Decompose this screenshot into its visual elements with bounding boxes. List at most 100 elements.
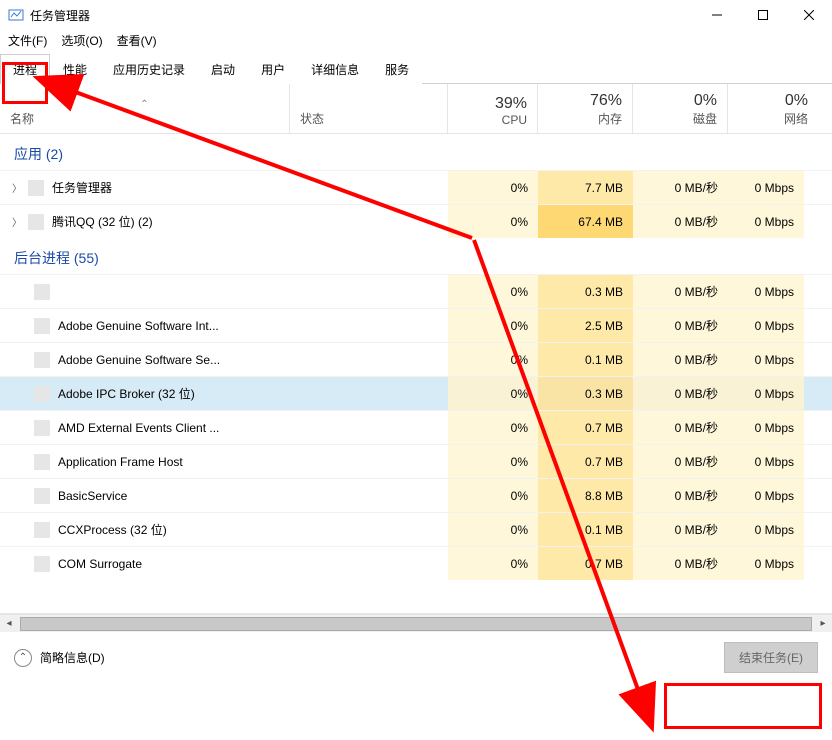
net-cell: 0 Mbps (755, 319, 794, 333)
app-icon (8, 7, 24, 23)
disk-total-pct: 0% (643, 92, 717, 110)
scroll-thumb[interactable] (20, 617, 812, 631)
cpu-cell: 0% (511, 353, 528, 367)
scroll-left-icon[interactable]: ◂ (0, 615, 18, 633)
process-row[interactable]: 〉 腾讯QQ (32 位) (2) 0% 67.4 MB 0 MB/秒 0 Mb… (0, 204, 832, 238)
process-row[interactable]: Adobe IPC Broker (32 位) 0% 0.3 MB 0 MB/秒… (0, 376, 832, 410)
expand-icon[interactable]: 〉 (10, 214, 24, 229)
disk-cell: 0 MB/秒 (675, 385, 718, 402)
group-background: 后台进程 (55) (0, 238, 832, 274)
tab-startup[interactable]: 启动 (198, 54, 248, 84)
process-icon (34, 386, 50, 402)
tabbar: 进程 性能 应用历史记录 启动 用户 详细信息 服务 (0, 53, 832, 84)
col-cpu[interactable]: 39% CPU (448, 84, 538, 133)
process-name: 任务管理器 (52, 179, 112, 196)
mem-cell: 7.7 MB (585, 181, 623, 195)
col-state-label: 状态 (300, 110, 437, 127)
process-name: Adobe IPC Broker (32 位) (58, 385, 195, 402)
cpu-cell: 0% (511, 557, 528, 571)
process-name: Adobe Genuine Software Se... (58, 353, 220, 367)
close-button[interactable] (786, 0, 832, 30)
tab-users[interactable]: 用户 (248, 54, 298, 84)
process-row[interactable]: Adobe Genuine Software Se... 0% 0.1 MB 0… (0, 342, 832, 376)
tab-details[interactable]: 详细信息 (298, 54, 372, 84)
net-cell: 0 Mbps (755, 557, 794, 571)
net-cell: 0 Mbps (755, 455, 794, 469)
process-name: BasicService (58, 489, 127, 503)
mem-cell: 0.7 MB (585, 455, 623, 469)
process-icon (28, 180, 44, 196)
process-list[interactable]: 应用 (2) 〉 任务管理器 0% 7.7 MB 0 MB/秒 0 Mbps 〉… (0, 134, 832, 614)
tab-processes[interactable]: 进程 (0, 54, 50, 84)
process-name: Application Frame Host (58, 455, 183, 469)
horizontal-scrollbar[interactable]: ◂ ▸ (0, 614, 832, 632)
menu-file[interactable]: 文件(F) (8, 32, 47, 49)
cpu-cell: 0% (511, 215, 528, 229)
annotation-box (664, 683, 822, 729)
cpu-cell: 0% (511, 421, 528, 435)
menubar: 文件(F) 选项(O) 查看(V) (0, 30, 832, 53)
chevron-up-icon: ⌃ (14, 649, 32, 667)
disk-cell: 0 MB/秒 (675, 453, 718, 470)
process-icon (34, 488, 50, 504)
net-cell: 0 Mbps (755, 353, 794, 367)
process-icon (28, 214, 44, 230)
col-state[interactable]: 状态 (290, 84, 448, 133)
expand-icon[interactable]: 〉 (10, 180, 24, 195)
tab-app-history[interactable]: 应用历史记录 (100, 54, 198, 84)
col-memory[interactable]: 76% 内存 (538, 84, 633, 133)
end-task-button[interactable]: 结束任务(E) (724, 642, 818, 673)
process-name: Adobe Genuine Software Int... (58, 319, 219, 333)
process-name: COM Surrogate (58, 557, 142, 571)
process-icon (34, 556, 50, 572)
menu-options[interactable]: 选项(O) (61, 32, 102, 49)
process-row[interactable]: 〉 任务管理器 0% 7.7 MB 0 MB/秒 0 Mbps (0, 170, 832, 204)
process-name: AMD External Events Client ... (58, 421, 219, 435)
disk-cell: 0 MB/秒 (675, 555, 718, 572)
mem-total-pct: 76% (548, 92, 622, 110)
cpu-total-pct: 39% (458, 95, 527, 113)
col-name[interactable]: ⌃ 名称 (0, 84, 290, 133)
fewer-details-button[interactable]: ⌃ 简略信息(D) (14, 649, 105, 667)
net-cell: 0 Mbps (755, 285, 794, 299)
disk-cell: 0 MB/秒 (675, 317, 718, 334)
cpu-cell: 0% (511, 319, 528, 333)
process-row[interactable]: COM Surrogate 0% 0.7 MB 0 MB/秒 0 Mbps (0, 546, 832, 580)
cpu-cell: 0% (511, 523, 528, 537)
process-row[interactable]: AMD External Events Client ... 0% 0.7 MB… (0, 410, 832, 444)
cpu-cell: 0% (511, 489, 528, 503)
mem-cell: 2.5 MB (585, 319, 623, 333)
process-row[interactable]: 0% 0.3 MB 0 MB/秒 0 Mbps (0, 274, 832, 308)
mem-cell: 0.7 MB (585, 557, 623, 571)
cpu-cell: 0% (511, 455, 528, 469)
window-controls (694, 0, 832, 30)
menu-view[interactable]: 查看(V) (117, 32, 157, 49)
col-disk[interactable]: 0% 磁盘 (633, 84, 728, 133)
tab-performance[interactable]: 性能 (50, 54, 100, 84)
mem-cell: 0.7 MB (585, 421, 623, 435)
process-row[interactable]: BasicService 0% 8.8 MB 0 MB/秒 0 Mbps (0, 478, 832, 512)
process-row[interactable]: Adobe Genuine Software Int... 0% 2.5 MB … (0, 308, 832, 342)
tab-services[interactable]: 服务 (372, 54, 422, 84)
process-row[interactable]: CCXProcess (32 位) 0% 0.1 MB 0 MB/秒 0 Mbp… (0, 512, 832, 546)
maximize-button[interactable] (740, 0, 786, 30)
col-cpu-label: CPU (458, 113, 527, 127)
disk-cell: 0 MB/秒 (675, 521, 718, 538)
process-row[interactable]: Application Frame Host 0% 0.7 MB 0 MB/秒 … (0, 444, 832, 478)
col-network[interactable]: 0% 网络 (728, 84, 818, 133)
process-icon (34, 522, 50, 538)
cpu-cell: 0% (511, 387, 528, 401)
disk-cell: 0 MB/秒 (675, 419, 718, 436)
net-total-pct: 0% (738, 92, 808, 110)
cpu-cell: 0% (511, 181, 528, 195)
col-name-label: 名称 (10, 110, 279, 127)
net-cell: 0 Mbps (755, 523, 794, 537)
minimize-button[interactable] (694, 0, 740, 30)
column-headers: ⌃ 名称 状态 39% CPU 76% 内存 0% 磁盘 0% 网络 (0, 84, 832, 134)
fewer-details-label: 简略信息(D) (40, 649, 105, 666)
col-network-label: 网络 (738, 110, 808, 127)
net-cell: 0 Mbps (755, 421, 794, 435)
process-icon (34, 284, 50, 300)
scroll-right-icon[interactable]: ▸ (814, 615, 832, 633)
disk-cell: 0 MB/秒 (675, 351, 718, 368)
